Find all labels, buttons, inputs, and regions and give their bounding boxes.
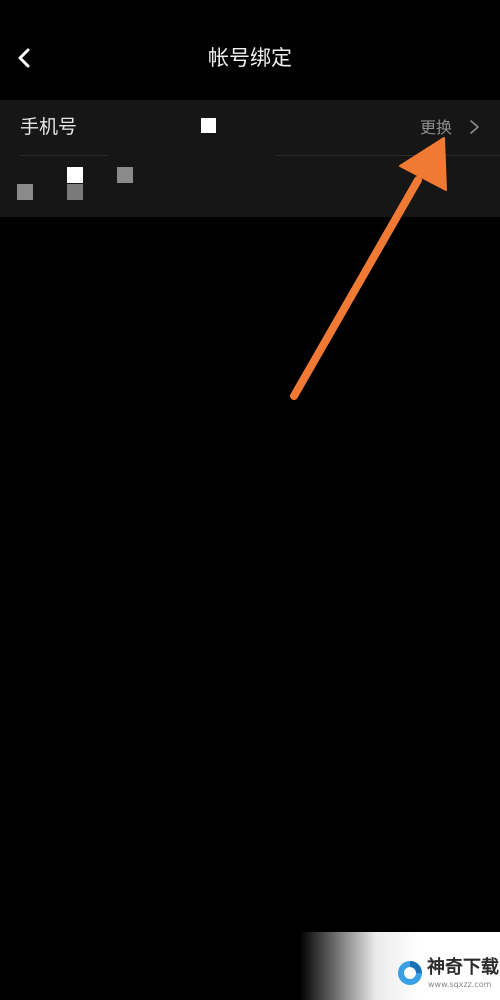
navigation-bar: 帐号绑定 [0, 0, 500, 100]
watermark-url: www.sqxzz.com [428, 980, 492, 989]
account-binding-panel: 手机号 更换 [0, 100, 500, 217]
mosaic-block [67, 184, 83, 200]
mosaic-block [17, 184, 33, 200]
row-divider [20, 155, 108, 156]
redacted-phone-number [201, 118, 216, 133]
phone-number-label: 手机号 [20, 116, 78, 138]
page-title: 帐号绑定 [208, 46, 292, 70]
change-phone-link[interactable]: 更换 [420, 115, 452, 141]
row-divider [276, 155, 500, 156]
phone-number-row[interactable]: 手机号 更换 [0, 100, 500, 155]
chevron-right-icon [470, 120, 479, 134]
watermark: 神奇下载 www.sqxzz.com [300, 932, 500, 1000]
mosaic-block [117, 167, 133, 183]
mosaic-block [67, 167, 83, 183]
watermark-title: 神奇下载 [427, 957, 499, 978]
site-logo-icon [398, 961, 422, 985]
